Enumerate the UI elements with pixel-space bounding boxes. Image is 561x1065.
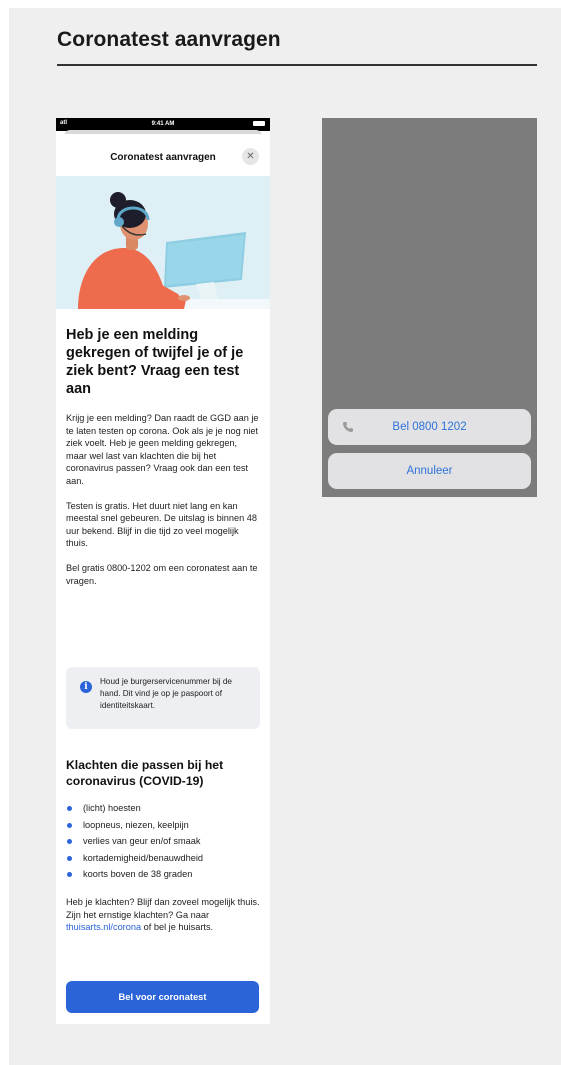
person-hand — [178, 295, 190, 301]
paragraph-intro: Krijg je een melding? Dan raadt de GGD a… — [66, 413, 259, 486]
paragraph-phone: Bel gratis 0800-1202 om een coronatest a… — [66, 562, 258, 586]
battery-icon — [253, 121, 265, 126]
main-heading: Heb je een melding gekregen of twijfel j… — [66, 327, 244, 397]
list-item: verlies van geur en/of smaak — [66, 833, 260, 850]
info-callout: i Houd je burgerservicenummer bij de han… — [66, 667, 260, 729]
list-item: kortademigheid/benauwdheid — [66, 850, 260, 867]
content: Heb je een melding gekregen of twijfel j… — [66, 326, 260, 587]
sheet-title: Coronatest aanvragen — [110, 152, 216, 163]
page-title: Coronatest aanvragen — [57, 28, 281, 51]
hero-illustration — [56, 176, 270, 309]
closing-text: Heb je klachten? Blijf dan zoveel mogeli… — [66, 897, 260, 920]
close-button[interactable]: ✕ — [242, 148, 259, 165]
info-text: Houd je burgerservicenummer bij de hand.… — [100, 677, 232, 710]
list-item: loopneus, niezen, keelpijn — [66, 817, 260, 834]
call-number-label: Bel 0800 1202 — [392, 421, 467, 433]
paragraph-testing: Testen is gratis. Het duurt niet lang en… — [66, 500, 258, 549]
close-icon: ✕ — [246, 151, 255, 162]
call-number-button[interactable]: Bel 0800 1202 — [328, 409, 531, 445]
phone-icon — [343, 422, 353, 432]
thuisarts-link[interactable]: thuisarts.nl/corona — [66, 922, 141, 932]
title-divider — [57, 64, 537, 66]
closing-suffix: of bel je huisarts. — [141, 922, 214, 933]
closing-paragraph: Heb je klachten? Blijf dan zoveel mogeli… — [66, 896, 260, 934]
list-item: koorts boven de 38 graden — [66, 866, 260, 883]
status-time: 9:41 AM — [151, 121, 175, 127]
symptoms-list: (licht) hoesten loopneus, niezen, keelpi… — [66, 800, 260, 883]
headset-ear — [114, 217, 124, 227]
cancel-button[interactable]: Annuleer — [328, 453, 531, 489]
call-coronatest-button[interactable]: Bel voor coronatest — [66, 981, 259, 1013]
hero-illustration-svg — [78, 192, 270, 309]
person-hair-bun — [110, 192, 126, 208]
phone-screen: atl 9:41 AM Coronatest aanvragen ✕ Heb j… — [56, 118, 270, 1024]
list-item: (licht) hoesten — [66, 800, 260, 817]
symptoms-heading: Klachten die passen bij het coronavirus … — [66, 758, 224, 788]
info-icon: i — [80, 681, 92, 693]
call-action-sheet: Bel 0800 1202 Annuleer — [322, 118, 537, 497]
